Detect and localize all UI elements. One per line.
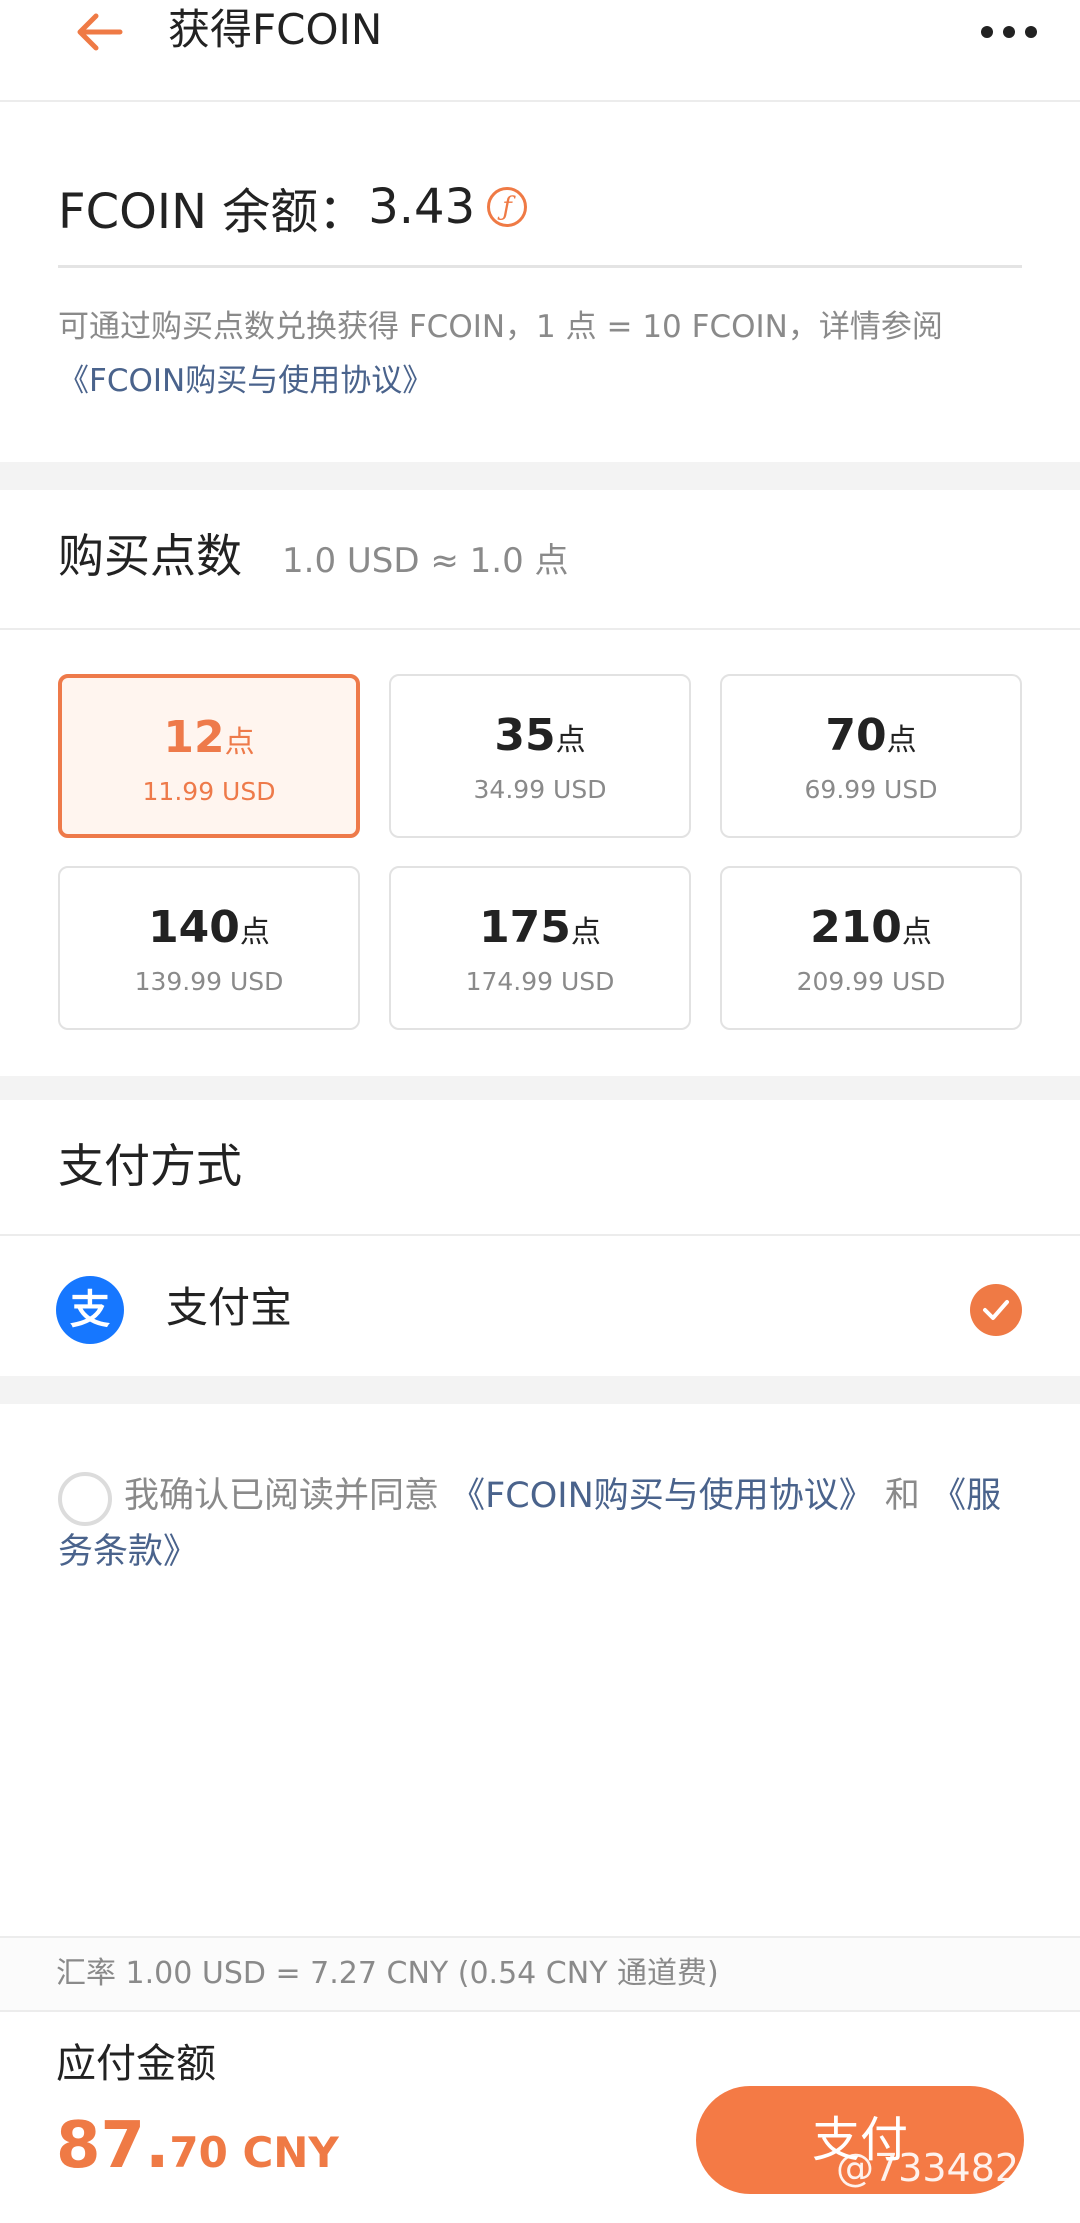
- section-gap: [0, 462, 1080, 490]
- more-dot-icon: [1025, 26, 1037, 38]
- agreement-prefix: 我确认已阅读并同意: [124, 1476, 440, 1516]
- balance-label: FCOIN 余额：: [58, 184, 367, 240]
- agreement-and: 和: [884, 1476, 920, 1516]
- points-package-grid: 12点 11.99 USD 35点 34.99 USD 70点 69.99 US…: [0, 632, 1080, 1076]
- package-points: 70点: [825, 710, 917, 761]
- package-option-12[interactable]: 12点 11.99 USD: [58, 674, 360, 838]
- package-points: 140点: [148, 902, 270, 953]
- balance-section: FCOIN 余额： 3.43 ƒ 可通过购买点数兑换获得 FCOIN，1 点 =…: [0, 104, 1080, 462]
- alipay-label: 支付宝: [166, 1283, 293, 1332]
- fcoin-agreement-link[interactable]: 《FCOIN购买与使用协议》: [450, 1476, 874, 1516]
- package-option-70[interactable]: 70点 69.99 USD: [720, 674, 1022, 838]
- back-arrow-icon: [77, 13, 123, 51]
- amount-due-label: 应付金额: [56, 2041, 216, 2087]
- payment-option-alipay[interactable]: 支 支付宝: [0, 1238, 1080, 1376]
- package-price: 209.99 USD: [796, 967, 946, 996]
- page-title: 获得FCOIN: [168, 5, 383, 54]
- check-icon: [970, 1284, 1022, 1336]
- watermark: @7334820: [836, 2146, 1044, 2190]
- amount-due-value: 87.70 CNY: [56, 2109, 339, 2183]
- package-price: 34.99 USD: [473, 775, 607, 804]
- package-option-140[interactable]: 140点 139.99 USD: [58, 866, 360, 1030]
- info-text: 可通过购买点数兑换获得 FCOIN，1 点 = 10 FCOIN，详情参阅: [58, 309, 943, 345]
- fcoin-agreement-link[interactable]: 《FCOIN购买与使用协议》: [58, 363, 433, 399]
- package-points: 35点: [494, 710, 586, 761]
- buy-points-header: 购买点数 1.0 USD ≈ 1.0 点: [0, 490, 1080, 630]
- payment-method-header: 支付方式: [0, 1100, 1080, 1236]
- agreement-text: 我确认已阅读并同意 《FCOIN购买与使用协议》 和 《服务条款》: [58, 1468, 1018, 1580]
- package-option-210[interactable]: 210点 209.99 USD: [720, 866, 1022, 1030]
- buy-rate-text: 1.0 USD ≈ 1.0 点: [282, 541, 569, 581]
- section-gap: [0, 1376, 1080, 1404]
- package-option-175[interactable]: 175点 174.99 USD: [389, 866, 691, 1030]
- alipay-icon: 支: [56, 1276, 124, 1344]
- section-gap: [0, 1076, 1080, 1100]
- fcoin-icon: ƒ: [487, 187, 528, 227]
- exchange-rate-bar: 汇率 1.00 USD = 7.27 CNY (0.54 CNY 通道费): [0, 1936, 1080, 2012]
- balance-value: 3.43: [368, 179, 476, 235]
- package-price: 11.99 USD: [142, 777, 276, 806]
- payment-method-title: 支付方式: [58, 1139, 242, 1193]
- more-dot-icon: [981, 26, 993, 38]
- package-points: 210点: [810, 902, 932, 953]
- balance-line: FCOIN 余额： 3.43 ƒ: [58, 172, 528, 242]
- package-price: 139.99 USD: [134, 967, 284, 996]
- more-dot-icon: [1003, 26, 1015, 38]
- package-option-35[interactable]: 35点 34.99 USD: [389, 674, 691, 838]
- more-options-button[interactable]: [974, 12, 1044, 52]
- buy-points-title: 购买点数: [58, 529, 242, 583]
- fcoin-info-text: 可通过购买点数兑换获得 FCOIN，1 点 = 10 FCOIN，详情参阅 《F…: [58, 300, 1038, 408]
- agreement-section: 我确认已阅读并同意 《FCOIN购买与使用协议》 和 《服务条款》: [0, 1404, 1080, 1936]
- top-app-bar: 获得FCOIN: [0, 0, 1080, 102]
- package-points: 175点: [479, 902, 601, 953]
- exchange-rate-text: 汇率 1.00 USD = 7.27 CNY (0.54 CNY 通道费): [56, 1956, 719, 1991]
- divider: [58, 265, 1022, 268]
- package-price: 174.99 USD: [465, 967, 615, 996]
- package-points: 12点: [163, 712, 255, 763]
- package-price: 69.99 USD: [804, 775, 938, 804]
- back-button[interactable]: [60, 0, 140, 62]
